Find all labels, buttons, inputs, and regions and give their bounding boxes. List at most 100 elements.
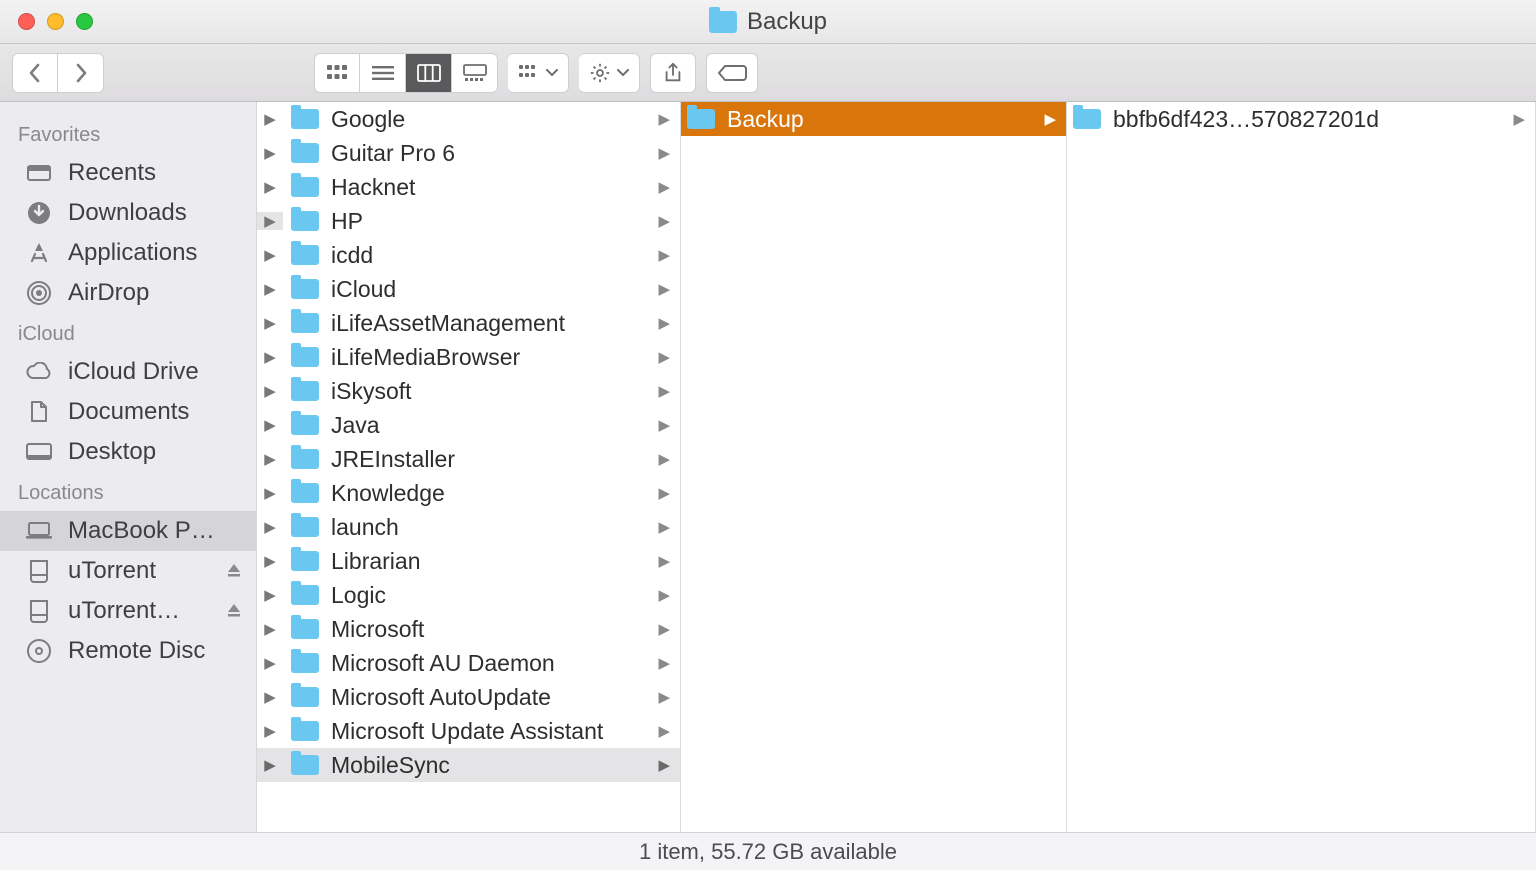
sidebar-item-downloads[interactable]: Downloads [0,193,256,233]
sidebar-item-remote-disc[interactable]: Remote Disc [0,631,256,671]
folder-row[interactable]: ▶Knowledge▶ [257,476,680,510]
group-by-button-group [508,53,569,93]
folder-icon [291,551,319,571]
chevron-right-icon: ▶ [658,110,670,128]
folder-icon [291,619,319,639]
column-view-button[interactable] [406,53,452,93]
sidebar-item-utorrent-1[interactable]: uTorrent [0,551,256,591]
folder-row[interactable]: ▶Google▶ [257,102,680,136]
zoom-window-button[interactable] [76,13,93,30]
folder-row[interactable]: ▶iCloud▶ [257,272,680,306]
action-menu-button[interactable] [579,53,640,93]
folder-icon [1073,109,1101,129]
sidebar-item-recents[interactable]: Recents [0,153,256,193]
folder-icon [291,313,319,333]
folder-name: Knowledge [331,480,650,507]
folder-icon [291,687,319,707]
minimize-window-button[interactable] [47,13,64,30]
column-view: ▶Google▶▶Guitar Pro 6▶▶Hacknet▶▶HP▶▶icdd… [257,102,1536,832]
disclosure-triangle-icon: ▶ [257,586,283,604]
close-window-button[interactable] [18,13,35,30]
folder-name: iLifeAssetManagement [331,310,650,337]
disclosure-triangle-icon: ▶ [257,144,283,162]
folder-row[interactable]: Backup▶ [681,102,1066,136]
sidebar-item-label: Documents [68,398,189,426]
disclosure-triangle-icon: ▶ [257,246,283,264]
tag-icon [717,63,747,83]
back-button[interactable] [12,53,58,93]
gallery-view-button[interactable] [452,53,498,93]
disclosure-triangle-icon: ▶ [257,484,283,502]
folder-icon [291,483,319,503]
folder-row[interactable]: ▶MobileSync▶ [257,748,680,782]
folder-row[interactable]: ▶iSkysoft▶ [257,374,680,408]
folder-name: Java [331,412,650,439]
column-3[interactable]: bbfb6df423…570827201d▶ [1067,102,1536,832]
folder-row[interactable]: ▶Librarian▶ [257,544,680,578]
chevron-right-icon: ▶ [658,348,670,366]
folder-name: MobileSync [331,752,650,779]
tags-button[interactable] [706,53,758,93]
folder-row[interactable]: ▶launch▶ [257,510,680,544]
sidebar-item-icloud-drive[interactable]: iCloud Drive [0,352,256,392]
column-1[interactable]: ▶Google▶▶Guitar Pro 6▶▶Hacknet▶▶HP▶▶icdd… [257,102,681,832]
disclosure-triangle-icon: ▶ [257,178,283,196]
list-view-button[interactable] [360,53,406,93]
folder-row[interactable]: ▶HP▶ [257,204,680,238]
folder-row[interactable]: ▶Hacknet▶ [257,170,680,204]
folder-row[interactable]: bbfb6df423…570827201d▶ [1067,102,1535,136]
sidebar-item-applications[interactable]: Applications [0,233,256,273]
chevron-right-icon: ▶ [658,212,670,230]
sidebar-item-label: uTorrent [68,557,156,585]
folder-row[interactable]: ▶Guitar Pro 6▶ [257,136,680,170]
cloud-icon [24,362,54,382]
chevron-right-icon: ▶ [658,722,670,740]
icon-view-button[interactable] [314,53,360,93]
chevron-right-icon: ▶ [658,586,670,604]
folder-name: Logic [331,582,650,609]
sidebar-item-documents[interactable]: Documents [0,392,256,432]
folder-row[interactable]: ▶ Logic ▶ [257,578,680,612]
eject-icon[interactable] [226,557,242,585]
folder-icon [291,381,319,401]
disc-icon [24,638,54,664]
sidebar-item-macbook[interactable]: MacBook P… [0,511,256,551]
eject-icon[interactable] [226,597,242,625]
disclosure-triangle-icon: ▶ [257,110,283,128]
folder-row[interactable]: ▶iLifeAssetManagement▶ [257,306,680,340]
sidebar-item-desktop[interactable]: Desktop [0,432,256,472]
status-text: 1 item, 55.72 GB available [639,839,897,865]
share-button[interactable] [650,53,696,93]
group-icon [518,64,540,82]
folder-row[interactable]: ▶iLifeMediaBrowser▶ [257,340,680,374]
folder-row[interactable]: ▶Microsoft AU Daemon▶ [257,646,680,680]
column-2[interactable]: Backup▶ [681,102,1067,832]
folder-row[interactable]: ▶Microsoft Update Assistant▶ [257,714,680,748]
folder-name: launch [331,514,650,541]
columns-icon [417,64,441,82]
nav-buttons [12,53,104,93]
folder-icon [709,11,737,33]
applications-icon [24,240,54,266]
disclosure-triangle-icon: ▶ [257,518,283,536]
folder-row[interactable]: ▶Java▶ [257,408,680,442]
disclosure-triangle-icon: ▶ [257,314,283,332]
group-by-button[interactable] [508,53,569,93]
folder-row[interactable]: ▶JREInstaller▶ [257,442,680,476]
folder-row[interactable]: ▶Microsoft AutoUpdate▶ [257,680,680,714]
chevron-right-icon: ▶ [658,280,670,298]
folder-name: icdd [331,242,650,269]
forward-button[interactable] [58,53,104,93]
sidebar-item-label: Remote Disc [68,637,205,665]
chevron-right-icon: ▶ [658,416,670,434]
chevron-down-icon [546,69,558,77]
sidebar-item-airdrop[interactable]: AirDrop [0,273,256,313]
sidebar-item-utorrent-2[interactable]: uTorrent… [0,591,256,631]
sidebar-item-label: Desktop [68,438,156,466]
folder-row[interactable]: ▶icdd▶ [257,238,680,272]
chevron-down-icon [617,69,629,77]
folder-icon [291,585,319,605]
folder-row[interactable]: ▶Microsoft▶ [257,612,680,646]
gear-icon [589,62,611,84]
folder-icon [291,279,319,299]
